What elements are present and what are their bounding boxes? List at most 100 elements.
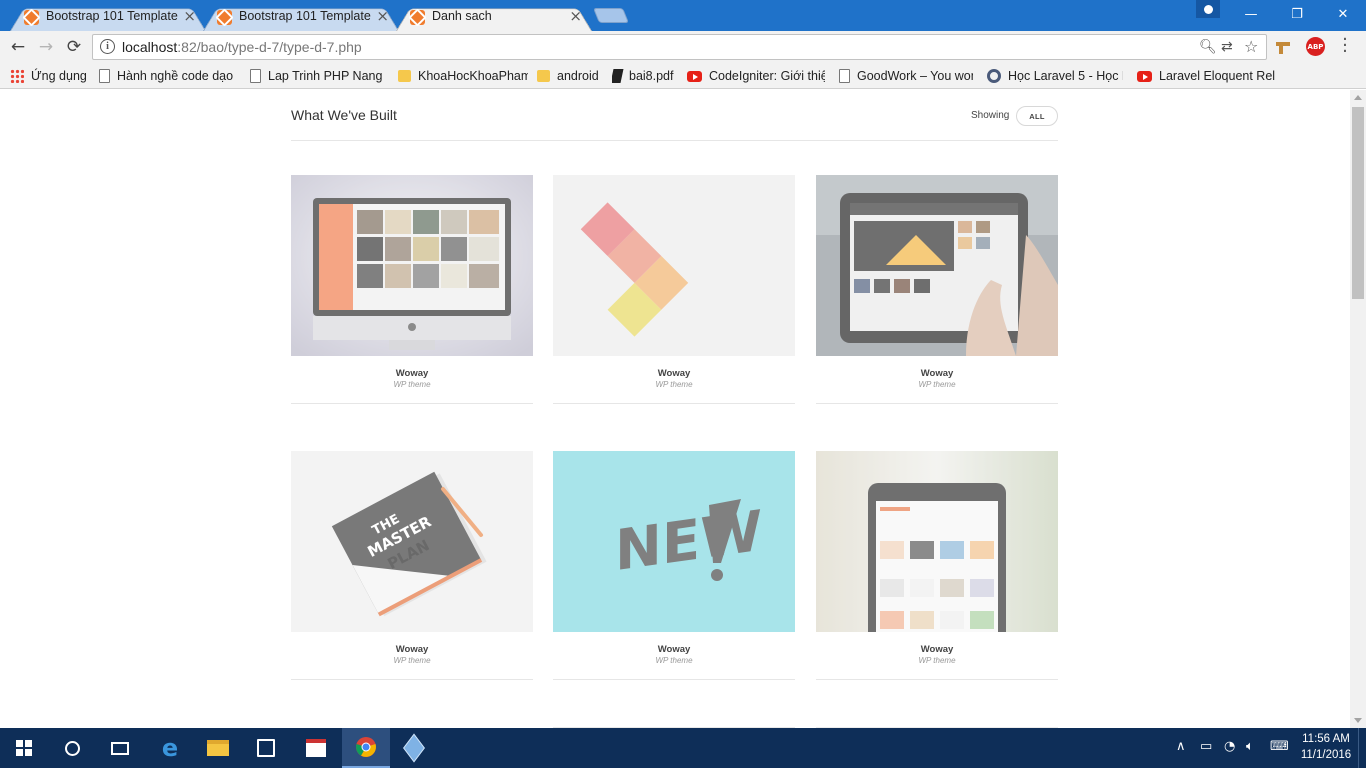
tab-title: Danh sach — [432, 9, 492, 23]
bookmark-item[interactable]: CodeIgniter: Giới thiệ — [687, 67, 825, 85]
chrome-menu-icon[interactable]: · · · — [1340, 31, 1350, 61]
project-category: WP theme — [655, 656, 693, 665]
project-thumbnail-imac[interactable] — [291, 175, 533, 356]
page-icon — [250, 69, 261, 83]
reload-button[interactable]: ⟳ — [62, 35, 86, 59]
filter-all-button[interactable]: ALL — [1016, 106, 1058, 126]
project-category: WP theme — [393, 656, 431, 665]
project-category: WP theme — [918, 656, 956, 665]
portfolio-card[interactable]: Woway WP theme — [291, 175, 533, 404]
wifi-icon[interactable]: ◔ — [1224, 739, 1235, 754]
portfolio-header: What We've Built Showing ALL — [291, 90, 1058, 141]
browser-title-bar: Bootstrap 101 Template × Bootstrap 101 T… — [0, 0, 1366, 31]
minimize-button[interactable]: — — [1228, 0, 1274, 29]
bookmark-item[interactable]: Hành nghề code dạo — [99, 67, 233, 85]
tab-close-icon[interactable]: × — [183, 7, 196, 25]
project-name[interactable]: Woway — [553, 368, 795, 379]
url-text[interactable]: localhost:82/bao/type-d-7/type-d-7.php — [122, 39, 362, 55]
project-name[interactable]: Woway — [816, 644, 1058, 655]
profile-avatar-icon[interactable] — [1196, 0, 1220, 18]
scroll-down-arrow-icon[interactable] — [1354, 718, 1362, 723]
translate-icon[interactable]: ⇄ — [1221, 39, 1233, 55]
volume-icon[interactable]: 🔈︎ — [1246, 739, 1254, 754]
bookmark-item[interactable]: Lap Trinh PHP Nang C — [250, 67, 384, 85]
xampp-favicon-icon — [217, 10, 232, 25]
bookmark-folder[interactable]: android — [537, 67, 603, 85]
taskbar-clock[interactable]: 11:56 AM 11/1/2016 — [1296, 731, 1356, 763]
book-cover-text: MASTER — [365, 512, 435, 561]
cortana-search-icon[interactable] — [48, 728, 96, 768]
tab-close-icon[interactable]: × — [376, 7, 389, 25]
bookmark-item[interactable]: Học Laravel 5 - Học L — [987, 67, 1123, 85]
project-thumbnail-book[interactable]: THE MASTER PLAN — [291, 451, 533, 632]
bookmark-folder[interactable]: KhoaHocKhoaPham — [398, 67, 528, 85]
filter-label: Showing — [971, 110, 1010, 121]
portfolio-card[interactable]: Woway WP theme — [816, 451, 1058, 680]
close-window-button[interactable]: ✕ — [1320, 0, 1366, 29]
project-thumbnail-new-logo[interactable]: NEW — [553, 451, 795, 632]
project-thumbnail-tablet[interactable] — [816, 175, 1058, 356]
task-view-icon[interactable] — [96, 728, 144, 768]
book-cover-text: PLAN — [385, 536, 433, 573]
tab-close-icon[interactable]: × — [569, 7, 582, 25]
folder-icon — [537, 70, 550, 82]
project-category: WP theme — [655, 380, 693, 389]
project-thumbnail-ipad[interactable] — [816, 451, 1058, 632]
adblock-plus-icon[interactable]: ABP — [1306, 37, 1325, 56]
back-button[interactable]: ← — [6, 35, 30, 59]
page-icon — [99, 69, 110, 83]
bookmarks-bar: Ứng dụng Hành nghề code dạo Lap Trinh PH… — [0, 63, 1366, 89]
chrome-taskbar-icon[interactable] — [342, 728, 390, 768]
scroll-up-arrow-icon[interactable] — [1354, 95, 1362, 100]
keyboard-icon[interactable]: ⌨ — [1270, 739, 1289, 754]
new-logo-text: NEW — [615, 499, 762, 584]
page-viewport: What We've Built Showing ALL Woway WP th… — [0, 90, 1350, 728]
browser-tab-3-active[interactable]: Danh sach × — [396, 4, 592, 31]
tab-title: Bootstrap 101 Template — [239, 9, 371, 23]
page-scrollbar[interactable] — [1350, 90, 1366, 728]
bookmark-apps[interactable]: Ứng dụng — [10, 67, 90, 85]
xampp-favicon-icon — [410, 10, 425, 25]
maximize-button[interactable]: ❐ — [1274, 0, 1320, 29]
clock-date: 11/1/2016 — [1300, 749, 1352, 761]
new-tab-button[interactable] — [592, 8, 630, 23]
virtualbox-icon[interactable] — [390, 728, 438, 768]
laravel-icon — [987, 69, 1001, 83]
bookmark-item[interactable]: GoodWork – You won — [839, 67, 973, 85]
project-name[interactable]: Woway — [816, 368, 1058, 379]
portfolio-card[interactable]: THE MASTER PLAN Woway WP theme — [291, 451, 533, 680]
project-thumbnail-checkmark[interactable] — [553, 175, 795, 356]
bookmark-item[interactable]: Laravel Eloquent Relat — [1137, 67, 1275, 85]
zoom-icon[interactable]: 🔍︎ — [1199, 39, 1217, 55]
store-icon[interactable] — [242, 728, 290, 768]
portfolio-card[interactable]: Woway WP theme — [816, 175, 1058, 404]
browser-tab-1[interactable]: Bootstrap 101 Template × — [10, 4, 206, 31]
show-desktop-button[interactable] — [1358, 728, 1366, 768]
file-explorer-icon[interactable] — [194, 728, 242, 768]
scrollbar-thumb[interactable] — [1352, 107, 1364, 299]
edge-browser-icon[interactable]: e — [146, 728, 194, 768]
browser-toolbar: ← → ⟳ i localhost:82/bao/type-d-7/type-d… — [0, 31, 1366, 63]
app-icon[interactable] — [292, 728, 340, 768]
site-info-icon[interactable]: i — [100, 39, 115, 54]
portfolio-card[interactable]: Woway WP theme — [553, 175, 795, 404]
project-name[interactable]: Woway — [553, 644, 795, 655]
page-icon — [839, 69, 850, 83]
bookmark-item[interactable]: bai8.pdf — [612, 67, 680, 85]
project-name[interactable]: Woway — [291, 368, 533, 379]
windows-taskbar: e ∧ ▭ ◔ 🔈︎ ⌨ 11:56 AM 11/1/2016 — [0, 728, 1366, 768]
project-name[interactable]: Woway — [291, 644, 533, 655]
forward-button[interactable]: → — [34, 35, 58, 59]
xampp-favicon-icon — [24, 10, 39, 25]
portfolio-card[interactable]: NEW Woway WP theme — [553, 451, 795, 680]
youtube-icon — [687, 70, 702, 82]
browser-tab-2[interactable]: Bootstrap 101 Template × — [203, 4, 399, 31]
start-button[interactable] — [0, 728, 48, 768]
address-bar[interactable]: i localhost:82/bao/type-d-7/type-d-7.php… — [92, 34, 1267, 60]
extension-icon[interactable] — [1276, 39, 1290, 55]
book-cover-text: THE — [370, 512, 402, 539]
battery-icon[interactable]: ▭ — [1200, 739, 1212, 754]
bookmark-star-icon[interactable]: ☆ — [1244, 37, 1258, 56]
tab-title: Bootstrap 101 Template — [46, 9, 178, 23]
show-hidden-icons-icon[interactable]: ∧ — [1176, 739, 1186, 754]
